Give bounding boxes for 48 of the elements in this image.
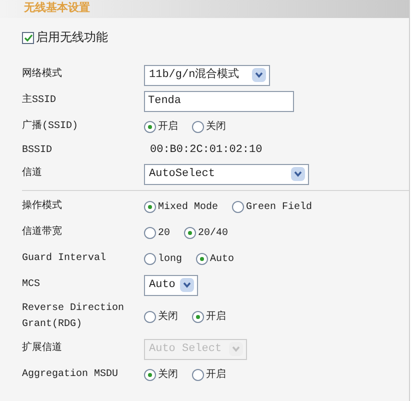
radio-button[interactable]: [144, 253, 156, 265]
dropdown[interactable]: Auto: [144, 274, 198, 296]
radio-label: 20/40: [198, 226, 228, 240]
field-label: 扩展信道: [22, 341, 63, 356]
radio-button[interactable]: [196, 253, 208, 265]
radio-label: Green Field: [246, 200, 312, 214]
dropdown[interactable]: 11b/g/n混合模式: [144, 64, 270, 86]
field-label: Guard Interval: [22, 252, 108, 266]
radio-label: 开启: [206, 310, 226, 324]
radio-label: 关闭: [158, 310, 178, 324]
field-label: Aggregation MSDU: [22, 368, 120, 382]
radio-label: Mixed Mode: [158, 200, 218, 214]
radio-button[interactable]: [144, 311, 156, 323]
bssid-value: 00:B0:2C:01:02:10: [149, 143, 262, 158]
checkbox-label: 启用无线功能: [36, 30, 108, 47]
field-label: 信道: [22, 166, 43, 181]
radio-button[interactable]: [184, 227, 196, 239]
radio-button[interactable]: [144, 227, 156, 239]
section-title: 无线基本设置: [24, 4, 90, 14]
radio-label: 20: [158, 226, 170, 240]
checkbox[interactable]: [22, 32, 34, 44]
dropdown-arrow-icon: [252, 68, 266, 82]
field-label: 操作模式: [22, 199, 63, 214]
radio-label: 关闭: [206, 120, 226, 134]
radio-button[interactable]: [144, 201, 156, 213]
radio-button[interactable]: [144, 369, 156, 381]
radio-button[interactable]: [144, 121, 156, 133]
field-label: Reverse Direction Grant(RDG): [22, 302, 126, 332]
field-label: 网络模式: [22, 67, 63, 82]
radio-button[interactable]: [192, 311, 204, 323]
radio-button[interactable]: [232, 201, 244, 213]
radio-label: Auto: [210, 252, 234, 266]
radio-label: 开启: [158, 120, 178, 134]
dropdown[interactable]: AutoSelect: [144, 164, 309, 184]
field-label: 广播(SSID): [22, 119, 80, 134]
dropdown-arrow-icon: [291, 167, 305, 181]
field-label: BSSID: [22, 144, 54, 158]
ssid-input[interactable]: Tenda: [144, 90, 294, 112]
radio-button[interactable]: [192, 369, 204, 381]
dropdown-arrow-icon: [229, 342, 243, 356]
radio-label: 开启: [206, 368, 226, 382]
field-label: 信道带宽: [22, 225, 63, 240]
field-label: 主SSID: [22, 93, 58, 108]
dropdown-arrow-icon: [180, 278, 194, 292]
radio-label: long: [158, 252, 182, 266]
field-label: MCS: [22, 278, 42, 292]
radio-label: 关闭: [158, 368, 178, 382]
radio-button[interactable]: [192, 121, 204, 133]
